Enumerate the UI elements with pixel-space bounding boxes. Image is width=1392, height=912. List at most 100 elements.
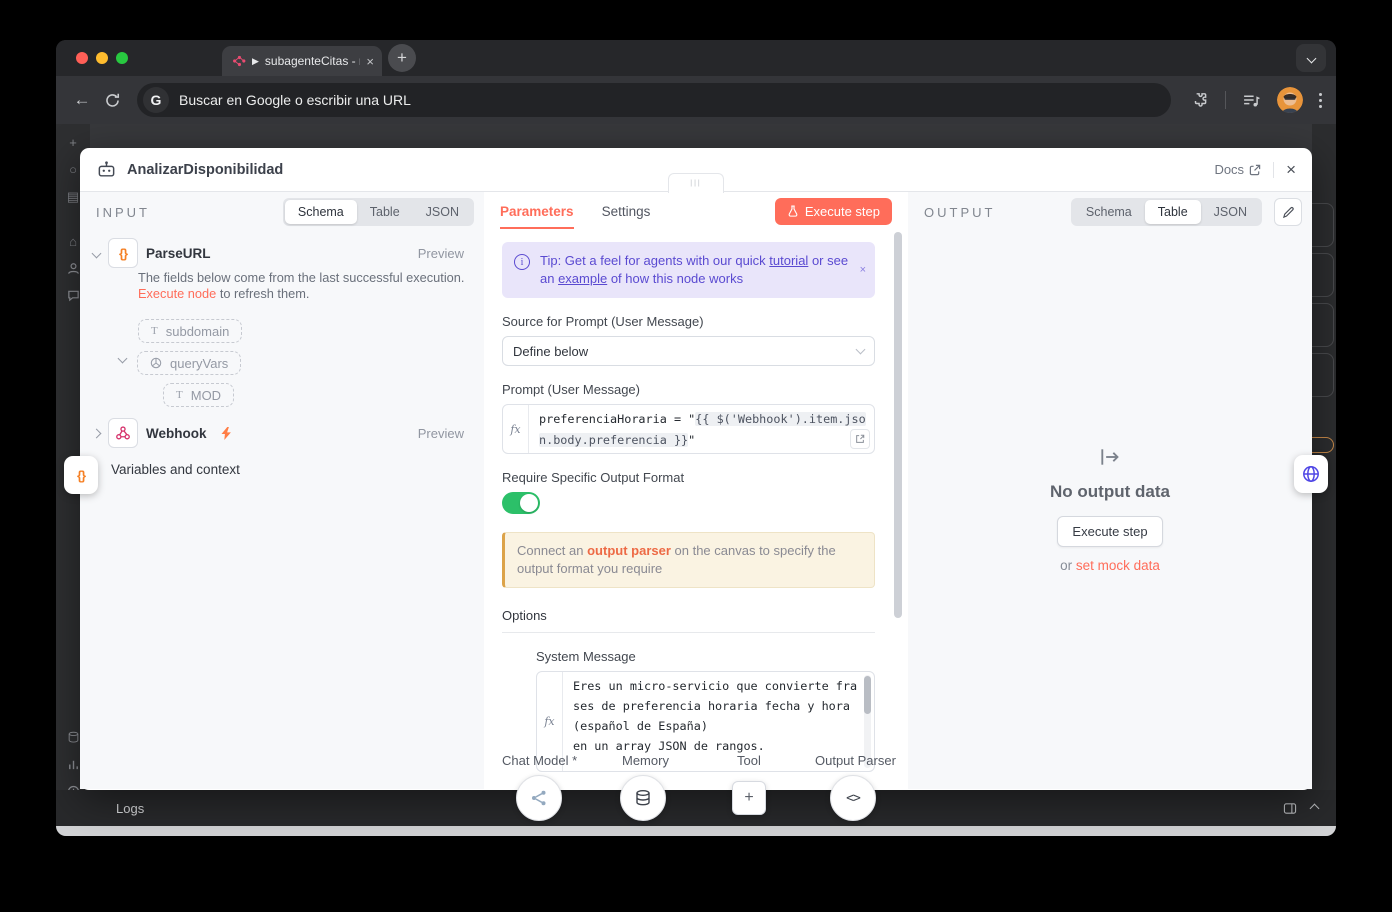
webhook-node-row[interactable]: Webhook Preview <box>93 418 474 448</box>
user-icon[interactable] <box>67 262 80 275</box>
browser-toolbar: ← G Buscar en Google o escribir una URL <box>56 76 1336 124</box>
type-string-icon: T <box>176 389 183 401</box>
zoom-window-button[interactable] <box>116 52 128 64</box>
webhook-preview-label[interactable]: Preview <box>418 426 464 441</box>
globe-button[interactable] <box>1294 455 1328 493</box>
set-mock-data-link[interactable]: set mock data <box>1076 558 1160 573</box>
share-icon <box>530 789 548 807</box>
browser-tab[interactable]: ▶ subagenteCitas - n8n × <box>222 46 382 76</box>
new-tab-button[interactable]: + <box>388 44 416 72</box>
parseurl-preview-label[interactable]: Preview <box>418 246 464 261</box>
avatar[interactable] <box>1277 87 1303 113</box>
tab-close-icon[interactable]: × <box>366 54 374 69</box>
chat-model-connector[interactable] <box>516 775 562 821</box>
parseurl-node-label: ParseURL <box>146 246 211 261</box>
reload-button[interactable] <box>104 92 121 109</box>
flask-icon <box>787 205 799 218</box>
output-tab-json[interactable]: JSON <box>1201 200 1260 224</box>
tab-search-button[interactable] <box>1296 44 1326 72</box>
toolbar-right <box>1191 87 1322 113</box>
tab-settings[interactable]: Settings <box>602 195 651 228</box>
modal-close-button[interactable]: × <box>1286 161 1296 178</box>
data-store-icon[interactable] <box>67 731 80 744</box>
media-controls-icon[interactable] <box>1242 92 1261 109</box>
chevron-down-icon <box>856 345 866 355</box>
variables-panel-toggle[interactable]: {} <box>64 456 98 494</box>
header-divider <box>1273 162 1274 178</box>
chevron-right-icon[interactable] <box>92 428 102 438</box>
input-panel: INPUT Schema Table JSON {} ParseURL Prev… <box>80 192 484 789</box>
home-icon[interactable]: ⌂ <box>69 235 77 248</box>
input-tab-json[interactable]: JSON <box>413 200 472 224</box>
chevron-down-icon[interactable] <box>118 354 128 364</box>
panel-drag-handle[interactable]: ||| <box>668 173 724 193</box>
execute-step-button[interactable]: Execute step <box>775 198 892 225</box>
chat-icon[interactable] <box>67 289 80 302</box>
close-window-button[interactable] <box>76 52 88 64</box>
add-icon[interactable]: + <box>69 136 77 149</box>
prompt-expression-editor[interactable]: fx preferenciaHoraria = "{{ $('Webhook')… <box>502 404 875 454</box>
require-output-toggle[interactable] <box>502 492 540 514</box>
output-view-switch: Schema Table JSON <box>1071 198 1262 226</box>
output-panel: OUTPUT Schema Table JSON No output data <box>908 192 1312 789</box>
input-tab-schema[interactable]: Schema <box>285 200 357 224</box>
source-prompt-label: Source for Prompt (User Message) <box>502 314 875 329</box>
open-logs-panel-icon[interactable] <box>1283 802 1297 815</box>
logs-label: Logs <box>116 801 144 816</box>
field-pill-queryvars[interactable]: queryVars <box>137 351 241 375</box>
tool-add-connector[interactable]: + <box>732 781 766 815</box>
docs-link[interactable]: Docs <box>1214 162 1261 177</box>
url-bar[interactable]: G Buscar en Google o escribir una URL <box>137 83 1171 117</box>
output-tab-schema[interactable]: Schema <box>1073 200 1145 224</box>
example-link[interactable]: example <box>558 271 607 286</box>
chevron-down-icon[interactable] <box>92 248 102 258</box>
parameters-panel: Parameters Settings Execute step i Tip: … <box>484 192 908 789</box>
output-parser-warning: Connect an output parser on the canvas t… <box>502 532 875 588</box>
traffic-lights <box>76 52 128 64</box>
type-string-icon: T <box>151 325 158 337</box>
chevron-up-icon[interactable] <box>1310 803 1320 813</box>
system-message-code[interactable]: Eres un micro-servicio que convierte fra… <box>563 672 874 771</box>
options-label: Options <box>502 608 875 623</box>
field-pill-subdomain[interactable]: Tsubdomain <box>138 319 242 343</box>
output-tab-table[interactable]: Table <box>1145 200 1201 224</box>
system-message-editor[interactable]: fx Eres un micro-servicio que convierte … <box>536 671 875 772</box>
expand-editor-icon[interactable] <box>850 429 870 449</box>
tab-parameters[interactable]: Parameters <box>500 195 574 228</box>
browser-menu-icon[interactable] <box>1319 93 1322 108</box>
prompt-code[interactable]: preferenciaHoraria = "{{ $('Webhook').it… <box>529 405 874 453</box>
panel-icon[interactable]: ▤ <box>67 190 79 203</box>
source-prompt-select[interactable]: Define below <box>502 336 875 366</box>
tip-banner: i Tip: Get a feel for agents with our qu… <box>502 242 875 298</box>
tip-close-icon[interactable]: × <box>860 264 866 276</box>
edit-output-button[interactable] <box>1274 198 1302 226</box>
memory-connector[interactable] <box>620 775 666 821</box>
output-parser-link[interactable]: output parser <box>587 543 671 558</box>
input-tab-table[interactable]: Table <box>357 200 413 224</box>
field-pill-mod[interactable]: TMOD <box>163 383 234 407</box>
minimize-window-button[interactable] <box>96 52 108 64</box>
parameters-scrollbar[interactable] <box>894 232 902 618</box>
output-execute-step-button[interactable]: Execute step <box>1057 516 1162 547</box>
tutorial-link[interactable]: tutorial <box>769 253 808 268</box>
fx-gutter: fx <box>537 672 563 771</box>
no-output-title: No output data <box>908 482 1312 502</box>
parameters-scroll-area: i Tip: Get a feel for agents with our qu… <box>484 230 908 789</box>
variables-context-row[interactable]: Variables and context <box>111 456 240 482</box>
editor-scrollbar[interactable] <box>864 675 871 768</box>
system-message-label: System Message <box>536 649 875 664</box>
output-parser-connector[interactable]: <> <box>830 775 876 821</box>
node-title[interactable]: AnalizarDisponibilidad <box>127 162 283 178</box>
output-panel-title: OUTPUT <box>924 205 995 220</box>
execute-node-link[interactable]: Execute node <box>138 286 216 301</box>
parseurl-node-row[interactable]: {} ParseURL Preview <box>93 238 474 268</box>
overview-icon[interactable]: ○ <box>69 163 77 176</box>
insights-icon[interactable] <box>67 758 80 771</box>
extensions-icon[interactable] <box>1191 91 1209 109</box>
n8n-app-area: + ○ ▤ ⌂ AnalizarDisponibilidad <box>56 124 1336 836</box>
webhook-node-icon <box>108 418 138 448</box>
logs-bar[interactable]: Logs <box>56 790 1336 826</box>
tab-title: subagenteCitas - n8n <box>265 54 360 68</box>
back-button[interactable]: ← <box>70 90 94 110</box>
input-hint-text: The fields below come from the last succ… <box>138 270 490 302</box>
